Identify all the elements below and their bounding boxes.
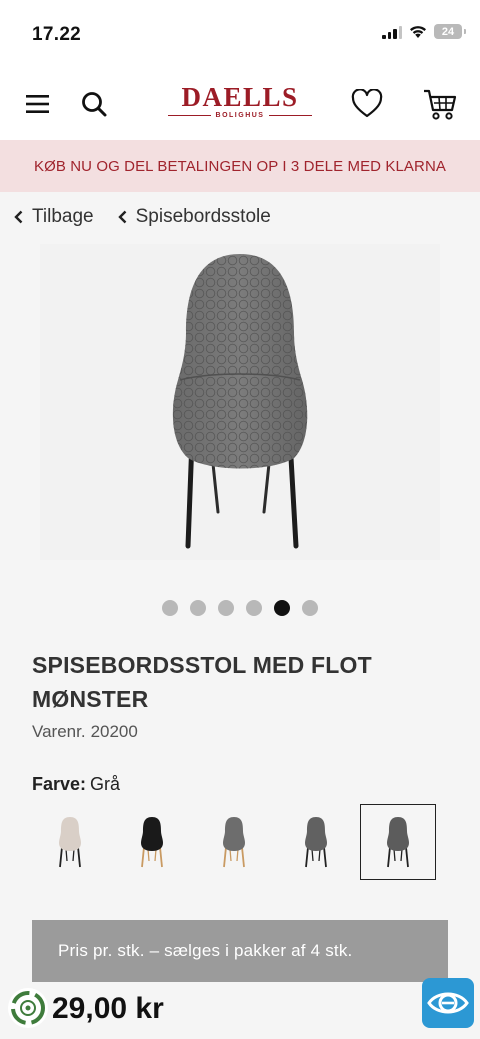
gallery-pagination	[0, 600, 480, 616]
logo-subtitle: BOLIGHUS	[215, 112, 265, 119]
cellular-signal-icon	[382, 25, 402, 39]
search-icon	[82, 92, 107, 117]
status-bar: 17.22 24	[0, 0, 480, 68]
product-price: 29,00 kr	[52, 992, 164, 1025]
menu-icon	[26, 95, 49, 113]
color-label-prefix: Farve:	[32, 774, 87, 794]
product-page: Tilbage Spisebordsstole SPISEBORDSSTOL M…	[0, 192, 480, 1039]
color-swatch[interactable]	[278, 804, 354, 880]
product-sku: Varenr. 20200	[32, 722, 138, 742]
chair-photo	[172, 254, 308, 549]
chevron-left-icon	[117, 210, 126, 224]
sku-label: Varenr.	[32, 722, 86, 741]
logo-rule-left	[168, 115, 211, 116]
selected-color: Grå	[90, 774, 121, 794]
recycle-icon	[11, 991, 45, 1025]
color-selector-label: Farve: Grå	[32, 774, 120, 795]
product-title: SPISEBORDSSTOL MED FLOT MØNSTER	[32, 652, 372, 712]
gallery-dot[interactable]	[162, 600, 178, 616]
pack-info-text: Pris pr. stk. – sælges i pakker af 4 stk…	[58, 941, 353, 960]
pack-info-box: Pris pr. stk. – sælges i pakker af 4 stk…	[32, 920, 448, 982]
gallery-dot[interactable]	[218, 600, 234, 616]
color-swatch[interactable]	[360, 804, 436, 880]
category-link-label: Spisebordsstole	[135, 206, 271, 227]
wishlist-button[interactable]	[349, 86, 385, 122]
cart-icon	[424, 89, 457, 120]
chair-thumbnail	[387, 817, 409, 868]
gallery-dot[interactable]	[302, 600, 318, 616]
back-link[interactable]: Tilbage	[14, 206, 94, 228]
color-swatch[interactable]	[196, 804, 272, 880]
search-button[interactable]	[76, 86, 112, 122]
recycle-badge	[8, 988, 48, 1028]
menu-button[interactable]	[20, 86, 56, 122]
color-swatches	[32, 804, 436, 880]
chevron-left-icon	[14, 210, 23, 224]
site-logo[interactable]: DAELLS BOLIGHUS	[168, 82, 313, 124]
klarna-promo-banner[interactable]: KØB NU OG DEL BETALINGEN OP I 3 DELE MED…	[0, 140, 480, 192]
heart-icon	[351, 89, 383, 118]
emaerket-badge[interactable]	[422, 978, 474, 1028]
color-swatch[interactable]	[114, 804, 190, 880]
logo-subline: BOLIGHUS	[168, 112, 313, 119]
chair-thumbnail	[305, 817, 327, 868]
cart-button[interactable]	[422, 86, 458, 122]
logo-wordmark: DAELLS	[181, 82, 299, 112]
wifi-icon	[410, 25, 426, 38]
color-swatch[interactable]	[32, 804, 108, 880]
promo-text: KØB NU OG DEL BETALINGEN OP I 3 DELE MED…	[33, 157, 447, 175]
gallery-dot[interactable]	[246, 600, 262, 616]
chair-thumbnail	[141, 817, 163, 868]
chair-thumbnail	[59, 817, 81, 868]
chair-thumbnail	[223, 817, 245, 868]
sku-value: 20200	[90, 722, 138, 741]
back-link-label: Tilbage	[32, 206, 94, 227]
eye-icon	[427, 992, 469, 1014]
battery-icon: 24	[434, 24, 466, 39]
status-icons: 24	[382, 24, 466, 39]
site-header: DAELLS BOLIGHUS	[0, 68, 480, 140]
product-image[interactable]	[40, 244, 440, 560]
status-time: 17.22	[32, 24, 82, 45]
gallery-dot[interactable]	[190, 600, 206, 616]
logo-rule-right	[269, 115, 313, 116]
category-link[interactable]: Spisebordsstole	[117, 206, 271, 228]
breadcrumb: Tilbage Spisebordsstole	[14, 206, 271, 228]
gallery-dot[interactable]	[274, 600, 290, 616]
